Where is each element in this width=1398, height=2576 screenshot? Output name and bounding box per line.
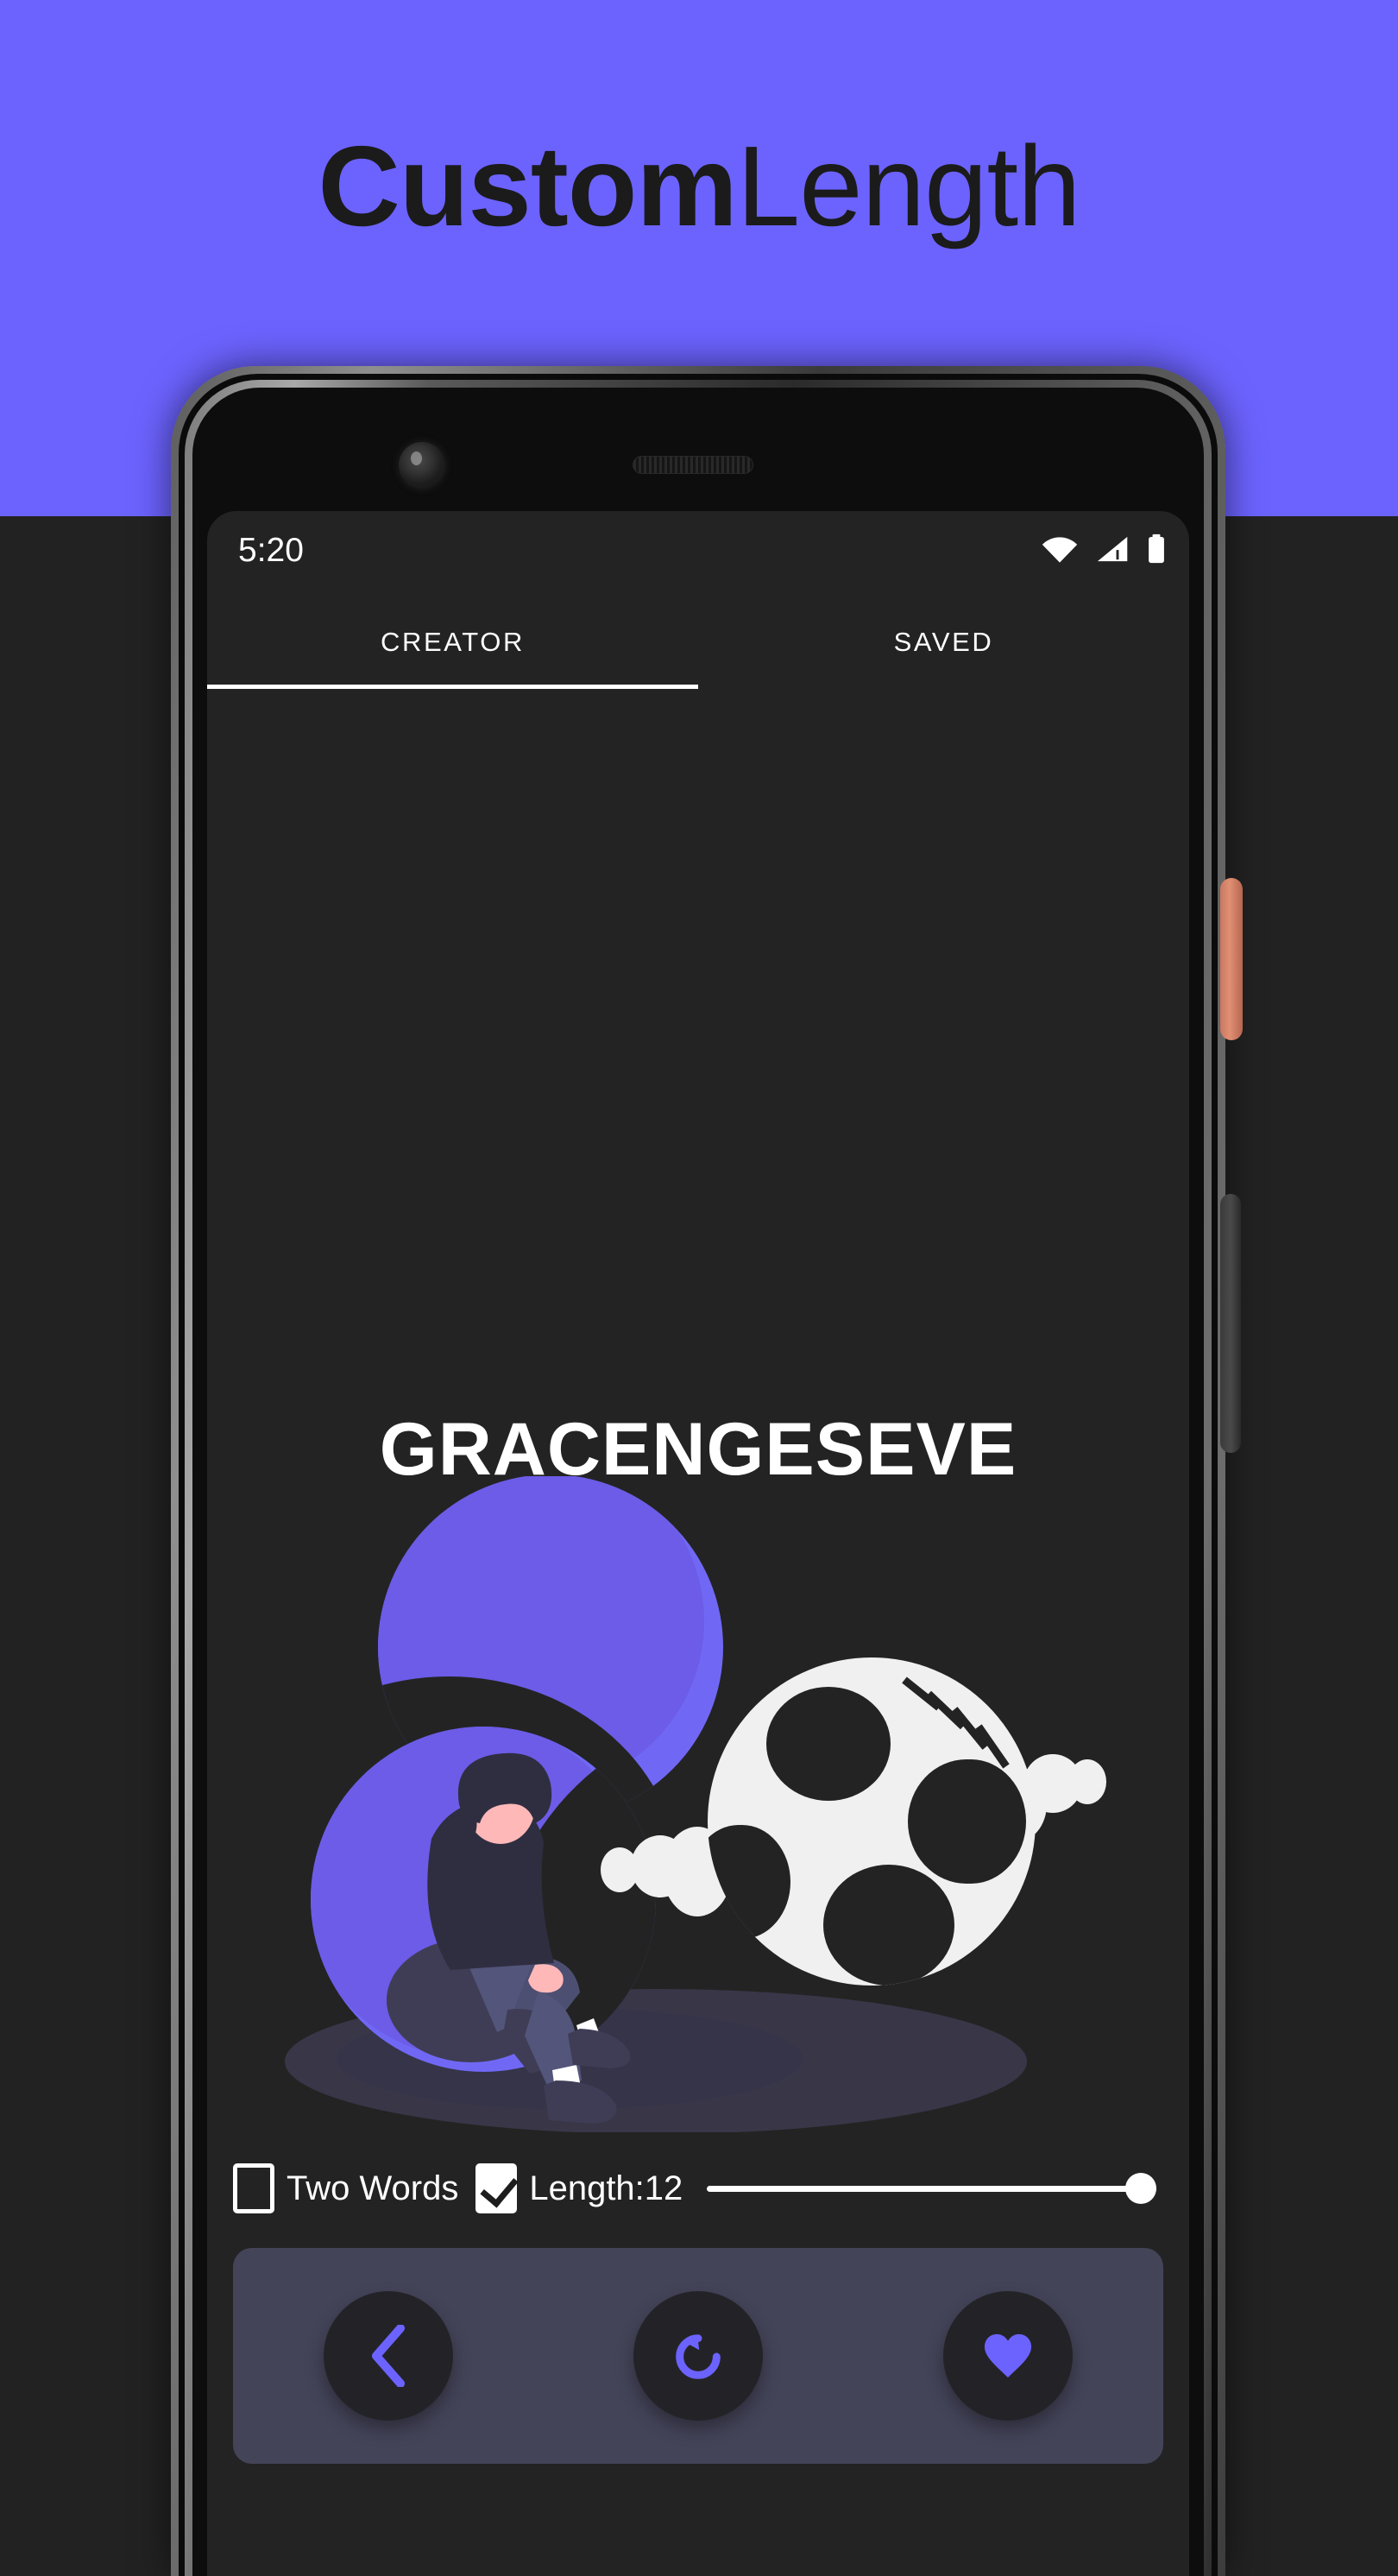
refresh-icon — [676, 2334, 721, 2379]
tab-active-indicator — [207, 685, 698, 689]
front-camera-icon — [399, 442, 445, 489]
cellular-signal-icon — [1097, 536, 1128, 562]
chevron-left-icon — [371, 2325, 405, 2387]
tab-creator-label: CREATOR — [381, 627, 525, 657]
slider-thumb[interactable] — [1125, 2173, 1156, 2204]
app-screen: 5:20 CREATOR SAVED GRACENGESEVE Two Word… — [207, 511, 1189, 2576]
tab-bar: CREATOR SAVED — [207, 596, 1189, 689]
promo-title: CustomLength — [0, 121, 1398, 251]
length-slider[interactable] — [707, 2169, 1156, 2207]
status-bar: 5:20 — [207, 511, 1189, 594]
two-words-checkbox[interactable] — [233, 2163, 274, 2213]
promo-title-light: Length — [736, 123, 1081, 249]
tab-saved[interactable]: SAVED — [698, 596, 1189, 689]
battery-icon — [1149, 534, 1164, 564]
action-bar — [233, 2248, 1163, 2464]
planet-crater — [823, 1865, 954, 1986]
tab-creator[interactable]: CREATOR — [207, 596, 698, 689]
heart-icon — [985, 2333, 1032, 2378]
length-checkbox-group[interactable]: Length:12 — [475, 2163, 683, 2213]
tab-saved-label: SAVED — [893, 627, 994, 657]
length-label: Length:12 — [529, 2169, 683, 2207]
two-words-label: Two Words — [287, 2169, 459, 2207]
planet-body — [663, 1657, 1047, 1986]
slider-track — [707, 2185, 1156, 2192]
status-bar-icons — [1041, 534, 1167, 565]
planet-crater — [766, 1687, 891, 1801]
previous-button[interactable] — [323, 2291, 453, 2421]
regenerate-button[interactable] — [633, 2291, 763, 2421]
wifi-icon — [1042, 537, 1078, 563]
volume-rocker-button[interactable] — [1220, 1194, 1241, 1453]
favorite-button[interactable] — [943, 2291, 1074, 2421]
earpiece-speaker-icon — [633, 456, 753, 474]
promo-title-bold: Custom — [318, 123, 737, 249]
person-sitting-under-moon-illustration — [285, 1476, 1106, 2132]
two-words-checkbox-group[interactable]: Two Words — [233, 2163, 458, 2213]
status-bar-clock: 5:20 — [238, 532, 304, 569]
length-checkbox[interactable] — [475, 2163, 518, 2213]
power-button[interactable] — [1220, 878, 1243, 1040]
generation-options-row: Two Words Length:12 — [233, 2151, 1163, 2226]
